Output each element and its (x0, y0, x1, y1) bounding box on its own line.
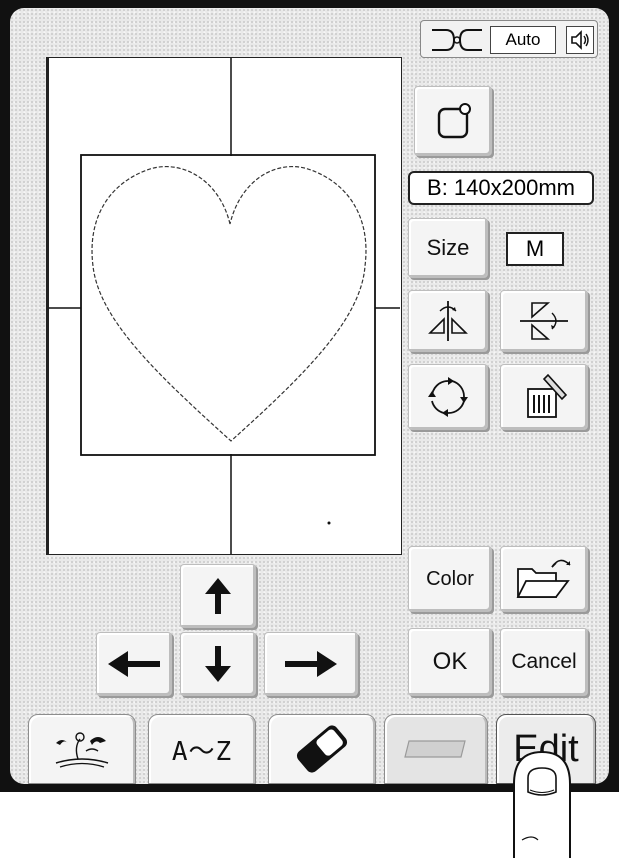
move-right-button[interactable] (264, 632, 358, 696)
tab-patterns[interactable] (28, 714, 136, 784)
thread-cut-icon[interactable] (428, 26, 486, 54)
design-preview (49, 58, 400, 554)
tab-alphabet[interactable]: A～Z (148, 714, 256, 784)
mirror-vertical-icon (520, 302, 568, 340)
move-up-button[interactable] (180, 564, 256, 628)
hoop-select-icon (437, 103, 471, 139)
birds-flower-icon (55, 732, 109, 768)
delete-icon (527, 373, 568, 418)
arrow-right-icon (285, 651, 337, 677)
current-size-indicator: M (506, 232, 564, 266)
eraser-icon (296, 725, 348, 773)
rotate-button[interactable] (408, 364, 488, 430)
open-folder-icon (516, 559, 571, 598)
mirror-horizontal-icon (428, 301, 468, 341)
tab-eraser[interactable] (268, 714, 376, 784)
speaker-icon[interactable] (566, 26, 594, 54)
embroidery-hoop-display[interactable] (46, 57, 402, 555)
tab-card[interactable] (384, 714, 488, 784)
move-left-button[interactable] (96, 632, 172, 696)
ok-button[interactable]: OK (408, 628, 492, 696)
mirror-vertical-button[interactable] (500, 290, 588, 352)
cancel-button[interactable]: Cancel (500, 628, 588, 696)
open-folder-button[interactable] (500, 546, 588, 612)
card-icon (404, 740, 466, 758)
arrow-up-icon (205, 578, 231, 614)
move-down-button[interactable] (180, 632, 256, 696)
rotate-icon (428, 377, 468, 417)
arrow-left-icon (108, 651, 160, 677)
heart-icon (91, 166, 367, 442)
size-button[interactable]: Size (408, 218, 488, 278)
color-button[interactable]: Color (408, 546, 492, 612)
finger-pointer-icon (513, 750, 571, 858)
delete-button[interactable] (500, 364, 588, 430)
hoop-select-button[interactable] (414, 86, 492, 156)
hoop-size-label: B: 140x200mm (408, 171, 594, 205)
mirror-horizontal-button[interactable] (408, 290, 488, 352)
arrow-down-icon (205, 646, 231, 682)
thread-mode-auto[interactable]: Auto (490, 26, 556, 54)
